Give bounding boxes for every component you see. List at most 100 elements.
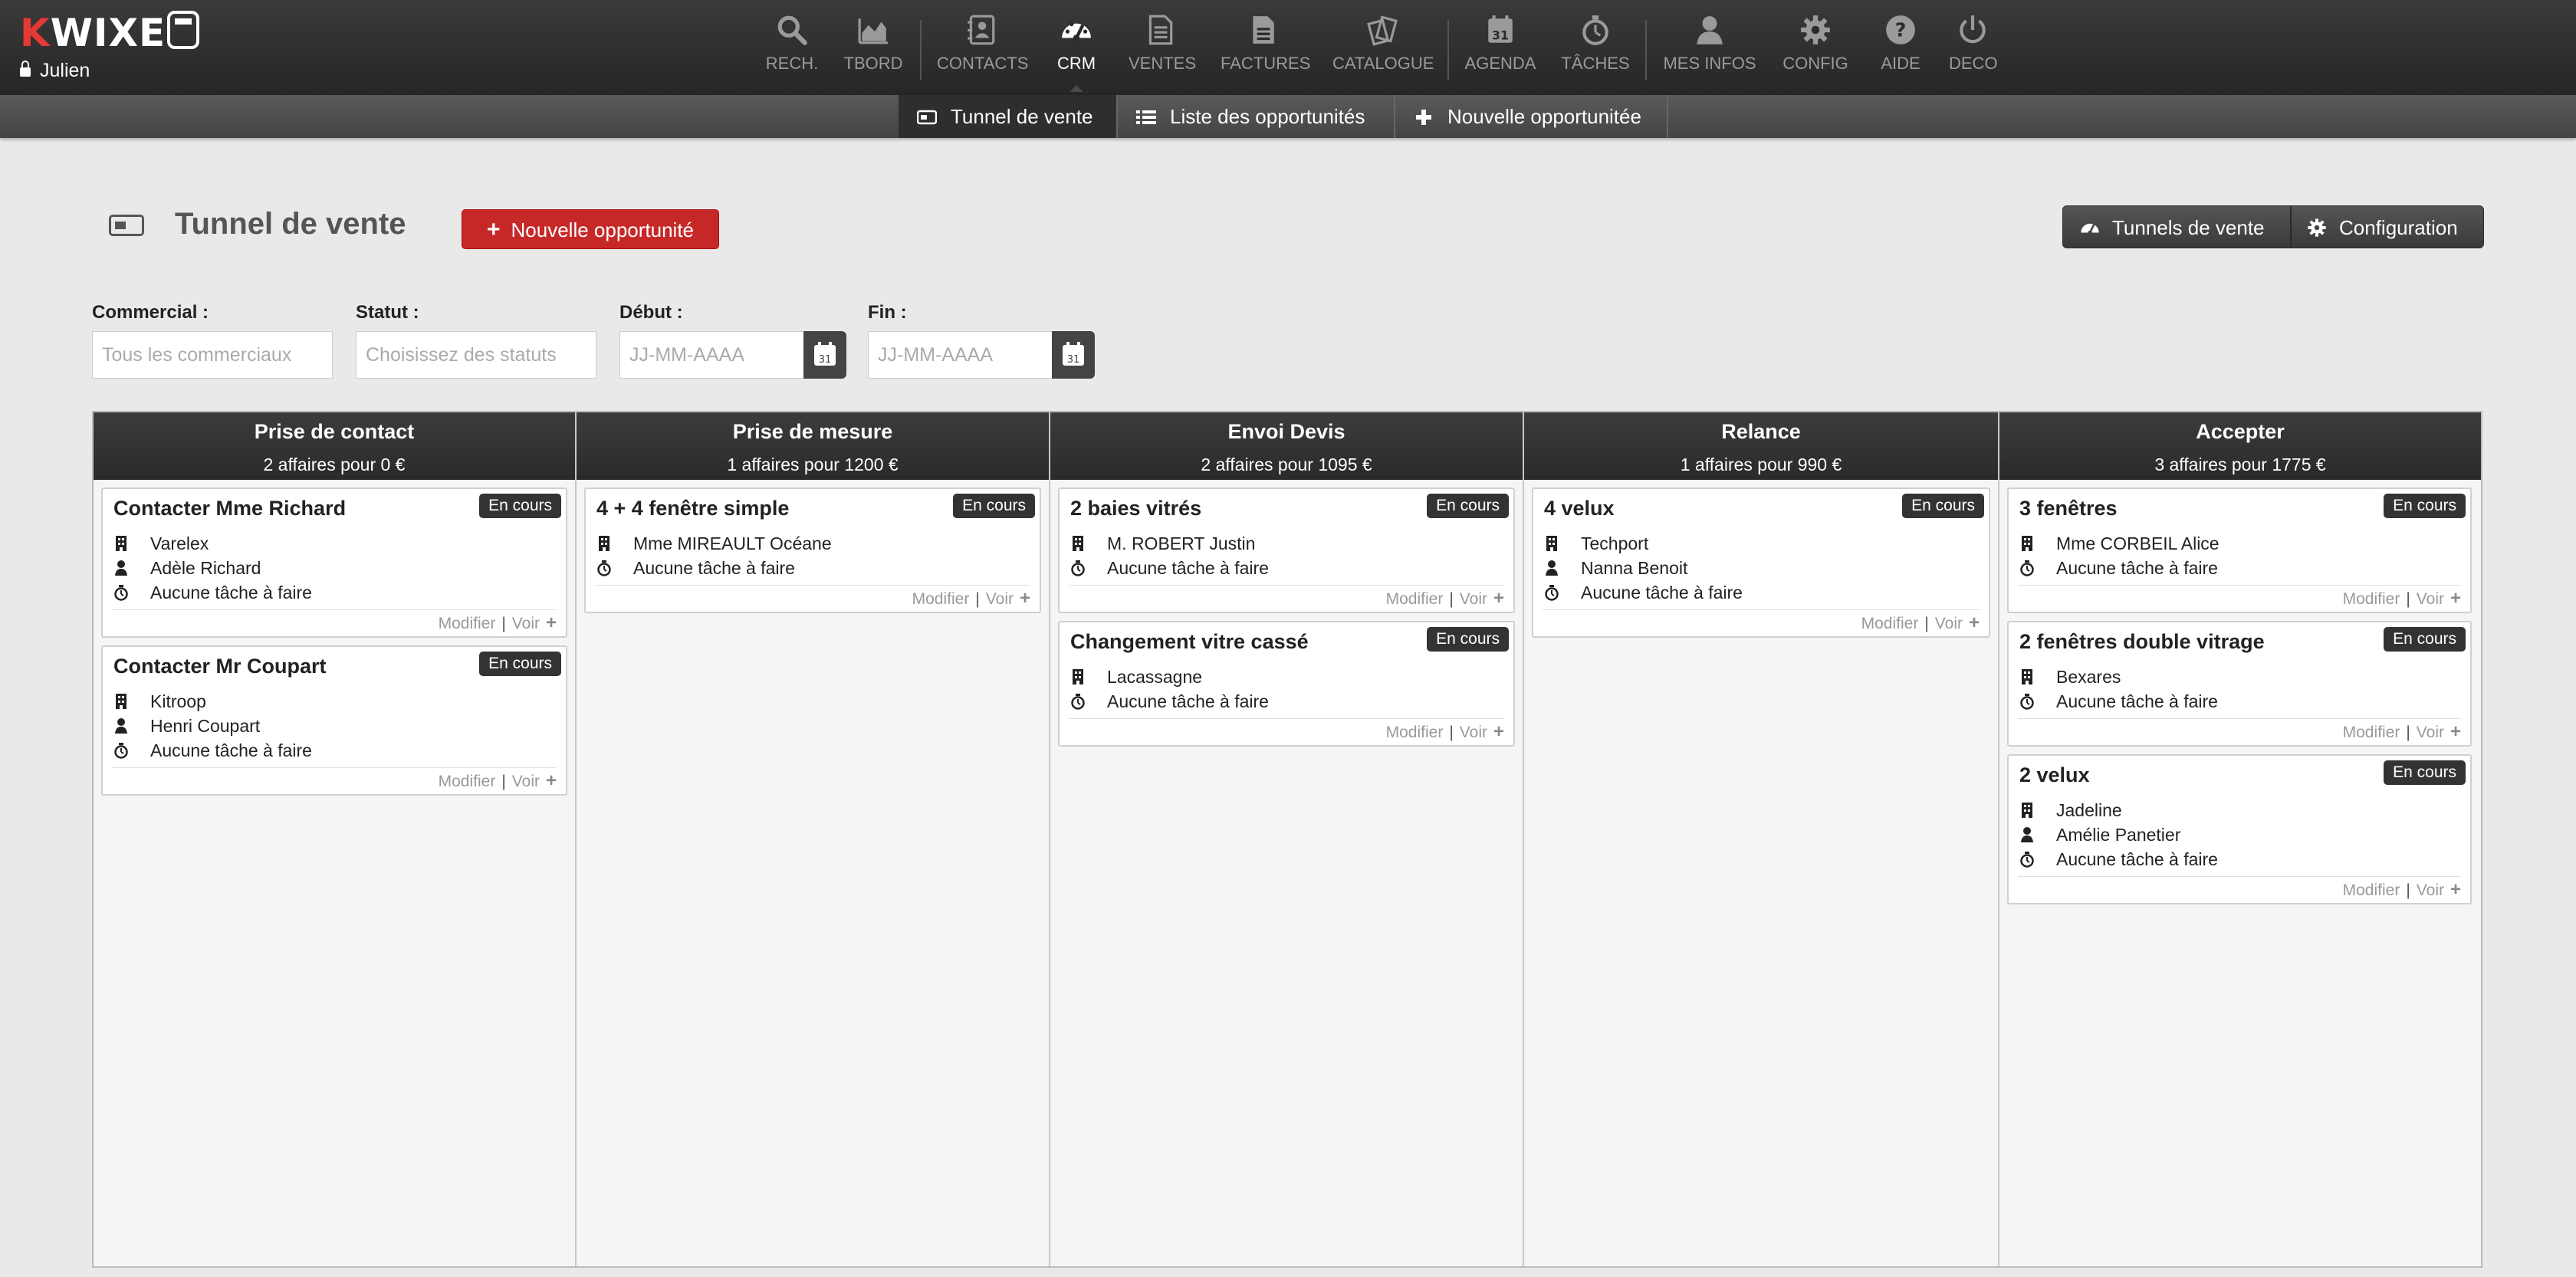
nav-aide[interactable]: ? AIDE [1878,14,1923,83]
add-icon[interactable]: + [1493,588,1504,609]
commercial-select[interactable]: Tous les commerciaux [92,331,333,379]
view-link[interactable]: Voir [2417,881,2444,899]
user-icon [2019,825,2035,845]
add-icon[interactable]: + [1020,588,1030,609]
edit-link[interactable]: Modifier [2343,881,2400,899]
opportunity-card[interactable]: Contacter Mme Richard En cours Varelex Adèl… [101,487,567,638]
card-company: Jadeline [2019,800,2122,821]
card-title[interactable]: 4 + 4 fenêtre simple [596,497,789,520]
column-header: Relance 1 affaires pour 990 € [1524,412,1998,480]
stopwatch-icon [1544,583,1559,603]
help-icon: ? [1878,14,1923,54]
edit-link[interactable]: Modifier [1386,724,1444,741]
opportunity-card[interactable]: 4 velux En cours Techport Nanna Benoit Aucun… [1532,487,1990,638]
card-title[interactable]: Contacter Mme Richard [113,497,346,520]
nav-ventes[interactable]: VENTES [1129,14,1196,83]
statut-select[interactable]: Choisissez des statuts [356,331,596,379]
opportunity-card[interactable]: 2 baies vitrés En cours M. ROBERT Justin Au… [1058,487,1515,613]
building-icon [2019,667,2035,688]
fin-calendar-button[interactable]: 31 [1052,331,1095,379]
card-title[interactable]: 4 velux [1544,497,1615,520]
card-title[interactable]: 3 fenêtres [2019,497,2118,520]
nav-deco[interactable]: DECO [1949,14,1998,83]
subnav-tunnel-de-vente[interactable]: Tunnel de vente [899,95,1118,138]
opportunity-card[interactable]: 3 fenêtres En cours Mme CORBEIL Alice Aucun… [2007,487,2472,613]
add-icon[interactable]: + [2450,879,2461,900]
action-separator: | [2406,724,2410,741]
action-separator: | [2406,881,2410,899]
nav-mes-infos[interactable]: MES INFOS [1662,14,1757,83]
debut-calendar-button[interactable]: 31 [803,331,846,379]
fin-date-input[interactable]: JJ-MM-AAAA [868,331,1053,379]
card-tasks: Aucune tâche à faire [113,740,312,761]
card-title[interactable]: Changement vitre cassé [1070,630,1309,654]
action-separator: | [1449,590,1454,608]
action-separator: | [501,615,506,632]
debut-date-input[interactable]: JJ-MM-AAAA [619,331,805,379]
card-actions: Modifier | Voir + [595,585,1030,612]
add-icon[interactable]: + [1969,612,1980,633]
add-icon[interactable]: + [2450,588,2461,609]
nav-rech[interactable]: RECH. [764,14,820,83]
view-link[interactable]: Voir [1460,724,1487,741]
subnav-liste-opportunites[interactable]: Liste des opportunités [1118,95,1395,138]
card-title[interactable]: 2 velux [2019,763,2090,787]
edit-link[interactable]: Modifier [912,590,970,608]
card-title[interactable]: 2 baies vitrés [1070,497,1201,520]
card-tasks: Aucune tâche à faire [2019,849,2218,870]
view-link[interactable]: Voir [2417,590,2444,608]
nav-agenda[interactable]: 31 AGENDA [1464,14,1536,83]
edit-link[interactable]: Modifier [1861,615,1919,632]
opportunity-card[interactable]: Changement vitre cassé En cours Lacassagne… [1058,621,1515,747]
add-icon[interactable]: + [2450,721,2461,742]
card-title[interactable]: 2 fenêtres double vitrage [2019,630,2265,654]
column-title: Envoi Devis [1227,420,1346,443]
edit-link[interactable]: Modifier [439,773,496,790]
nav-taches[interactable]: TÂCHES [1561,14,1630,83]
user-icon [1662,14,1757,54]
nav-catalogue[interactable]: CATALOGUE [1332,14,1434,83]
view-link[interactable]: Voir [1935,615,1963,632]
add-icon[interactable]: + [1493,721,1504,742]
catalogue-icon [1332,14,1432,54]
edit-link[interactable]: Modifier [1386,590,1444,608]
stopwatch-icon [1561,14,1630,54]
new-opportunity-button[interactable]: + Nouvelle opportunité [462,209,719,249]
nav-config[interactable]: CONFIG [1782,14,1849,83]
card-company: Mme MIREAULT Océane [596,533,832,554]
nav-crm[interactable]: CRM [1056,14,1096,92]
building-icon [2019,800,2035,821]
opportunity-card[interactable]: 2 fenêtres double vitrage En cours Bexares… [2007,621,2472,747]
nav-tbord[interactable]: TBORD [842,14,905,83]
edit-link[interactable]: Modifier [2343,724,2400,741]
add-icon[interactable]: + [546,770,557,791]
card-title[interactable]: Contacter Mr Coupart [113,655,327,678]
view-link[interactable]: Voir [512,773,540,790]
nav-factures[interactable]: FACTURES [1221,14,1310,83]
card-company: M. ROBERT Justin [1070,533,1255,554]
invoice-icon [1221,14,1305,54]
column-summary: 2 affaires pour 1095 € [1201,455,1372,474]
subnav-nouvelle-opportunite[interactable]: Nouvelle opportunitée [1395,95,1668,138]
dashboard-icon [2081,223,2099,235]
view-link[interactable]: Voir [986,590,1014,608]
card-actions: Modifier | Voir + [1543,609,1980,636]
building-icon [113,691,129,712]
sales-funnels-button[interactable]: Tunnels de vente [2062,205,2291,248]
view-link[interactable]: Voir [2417,724,2444,741]
edit-link[interactable]: Modifier [2343,590,2400,608]
configuration-button[interactable]: Configuration [2291,205,2484,248]
card-tasks: Aucune tâche à faire [596,558,795,579]
column-summary: 1 affaires pour 1200 € [727,455,899,474]
view-link[interactable]: Voir [512,615,540,632]
opportunity-card[interactable]: 4 + 4 fenêtre simple En cours Mme MIREAULT… [584,487,1041,613]
add-icon[interactable]: + [546,612,557,633]
card-company: Kitroop [113,691,206,712]
kwixeo-logo[interactable]: KWIXE [20,11,200,55]
nav-contacts[interactable]: CONTACTS [937,14,1028,83]
view-link[interactable]: Voir [1460,590,1487,608]
opportunity-card[interactable]: Contacter Mr Coupart En cours Kitroop Henri… [101,645,567,796]
current-user[interactable]: Julien [20,60,90,82]
opportunity-card[interactable]: 2 velux En cours Jadeline Amélie Panetier Au… [2007,754,2472,904]
edit-link[interactable]: Modifier [439,615,496,632]
